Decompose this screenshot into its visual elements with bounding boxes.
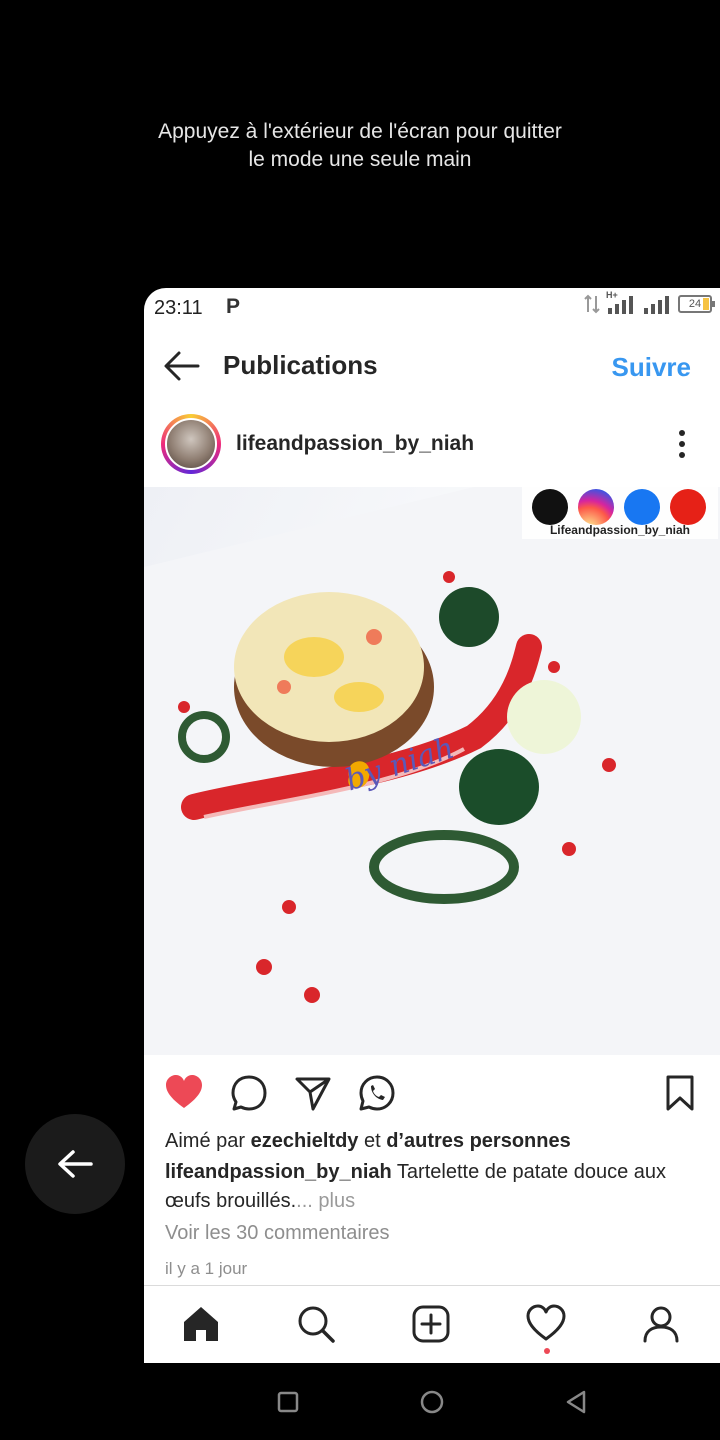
back-button[interactable] bbox=[162, 348, 202, 384]
heart-outline-icon bbox=[526, 1304, 566, 1341]
heart-filled-icon bbox=[166, 1075, 202, 1108]
social-handle: Lifeandpassion_by_niah bbox=[549, 523, 691, 537]
caption-username[interactable]: lifeandpassion_by_niah bbox=[165, 1161, 392, 1183]
overlay-line-2: le mode une seule main bbox=[248, 148, 472, 171]
data-transfer-icon bbox=[584, 294, 600, 314]
facebook-icon bbox=[624, 489, 660, 525]
whatsapp-share-button[interactable] bbox=[357, 1073, 397, 1113]
likes-prefix: Aimé par bbox=[165, 1130, 251, 1152]
more-vertical-icon bbox=[679, 430, 685, 458]
caption-more-link[interactable]: plus bbox=[313, 1190, 355, 1212]
save-button[interactable] bbox=[660, 1073, 700, 1113]
likes-middle: et bbox=[358, 1130, 387, 1152]
nav-home[interactable] bbox=[181, 1304, 221, 1344]
follow-button[interactable]: Suivre bbox=[612, 352, 692, 383]
square-icon bbox=[277, 1391, 299, 1413]
app-window: 23:11 P H+ 24 Publications Suivre lifean… bbox=[144, 288, 720, 1363]
add-post-icon bbox=[412, 1305, 450, 1343]
avatar bbox=[165, 418, 217, 470]
profile-icon bbox=[643, 1306, 679, 1343]
instagram-icon bbox=[578, 489, 614, 525]
avatar-story-ring[interactable] bbox=[161, 414, 221, 474]
bottom-nav bbox=[144, 1285, 720, 1363]
post-header: lifeandpassion_by_niah bbox=[144, 412, 720, 476]
signal-icon-1: H+ bbox=[606, 290, 636, 314]
nav-profile[interactable] bbox=[641, 1304, 681, 1344]
system-back-button[interactable] bbox=[562, 1388, 590, 1416]
arrow-left-icon bbox=[58, 1150, 93, 1178]
caption-ellipsis: ... bbox=[296, 1190, 313, 1212]
nav-create[interactable] bbox=[411, 1304, 451, 1344]
likes-user[interactable]: ezechieltdy bbox=[251, 1130, 359, 1152]
post-username[interactable]: lifeandpassion_by_niah bbox=[236, 432, 474, 456]
page-title: Publications bbox=[223, 350, 378, 380]
system-home-button[interactable] bbox=[418, 1388, 446, 1416]
tiktok-icon bbox=[532, 489, 568, 525]
nav-search[interactable] bbox=[296, 1304, 336, 1344]
nav-activity[interactable] bbox=[526, 1304, 566, 1344]
notification-p-icon: P bbox=[226, 295, 241, 318]
social-badge: Lifeandpassion_by_niah bbox=[522, 487, 718, 539]
home-icon bbox=[184, 1307, 218, 1341]
post-timestamp: il y a 1 jour bbox=[165, 1259, 248, 1278]
comment-button[interactable] bbox=[229, 1073, 269, 1113]
view-comments-link[interactable]: Voir les 30 commentaires bbox=[165, 1222, 390, 1245]
triangle-back-icon bbox=[566, 1390, 586, 1414]
battery-icon: 24 bbox=[678, 295, 715, 313]
activity-notification-dot bbox=[544, 1348, 550, 1354]
status-bar: 23:11 P H+ 24 bbox=[144, 288, 720, 328]
status-time: 23:11 bbox=[154, 297, 203, 319]
bookmark-icon bbox=[666, 1075, 694, 1111]
like-button[interactable] bbox=[164, 1073, 204, 1113]
overlay-line-1: Appuyez à l'extérieur de l'écran pour qu… bbox=[158, 120, 562, 143]
comment-icon bbox=[231, 1075, 267, 1111]
arrow-left-icon bbox=[164, 351, 200, 381]
one-hand-exit-button[interactable] bbox=[25, 1114, 125, 1214]
whatsapp-icon bbox=[359, 1075, 395, 1111]
likes-summary[interactable]: Aimé par ezechieltdy et d’autres personn… bbox=[165, 1130, 571, 1153]
circle-icon bbox=[420, 1390, 444, 1414]
system-recents-button[interactable] bbox=[274, 1388, 302, 1416]
one-hand-mode-message: Appuyez à l'extérieur de l'écran pour qu… bbox=[0, 118, 720, 174]
search-icon bbox=[298, 1306, 335, 1343]
battery-level: 24 bbox=[688, 298, 702, 310]
more-options-button[interactable] bbox=[672, 428, 692, 460]
top-bar: Publications Suivre bbox=[144, 338, 720, 394]
status-icons: H+ 24 bbox=[584, 290, 715, 314]
post-caption: lifeandpassion_by_niah Tartelette de pat… bbox=[165, 1158, 695, 1216]
post-actions bbox=[144, 1073, 720, 1121]
signal-icon-2 bbox=[644, 296, 669, 314]
post-image[interactable]: by niah Lifeandpassion_by_niah bbox=[144, 487, 720, 1055]
youtube-icon bbox=[670, 489, 706, 525]
share-button[interactable] bbox=[293, 1073, 333, 1113]
likes-others[interactable]: d’autres personnes bbox=[386, 1130, 571, 1152]
send-icon bbox=[295, 1077, 331, 1111]
